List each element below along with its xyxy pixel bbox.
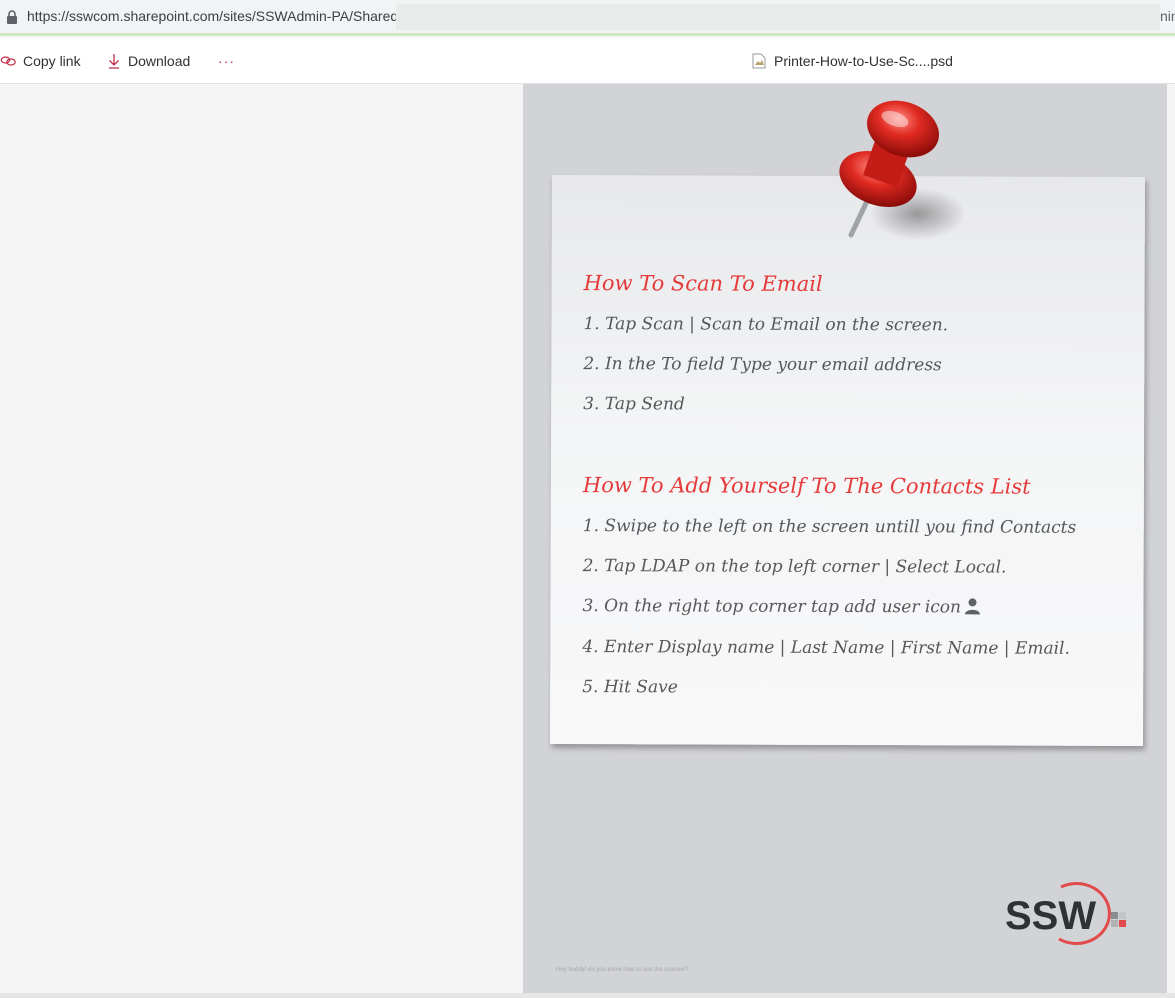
scan-step-2: 2. In the To field Type your email addre…: [583, 354, 942, 376]
file-name-label: Printer-How-to-Use-Sc....psd: [774, 53, 953, 69]
preview-left-area: [0, 84, 523, 993]
download-button[interactable]: Download: [106, 51, 190, 71]
command-bar: Copy link Download ··· Printer-How-to-Us…: [0, 38, 1175, 84]
scan-step-3: 3. Tap Send: [583, 394, 685, 415]
scan-to-email-title: How To Scan To Email: [583, 271, 823, 296]
url-redaction: [396, 4, 1160, 30]
contacts-step-1: 1. Swipe to the left on the screen until…: [582, 516, 1077, 538]
download-label: Download: [128, 53, 191, 69]
add-contacts-title: How To Add Yourself To The Contacts List: [582, 473, 1031, 499]
url-tail: nin: [1160, 8, 1175, 24]
lock-icon: [7, 10, 17, 24]
more-options-button[interactable]: ···: [218, 51, 235, 71]
document-preview: How To Scan To Email 1. Tap Scan | Scan …: [523, 84, 1167, 993]
bottom-divider: [0, 993, 1175, 998]
copy-link-button[interactable]: Copy link: [0, 51, 81, 71]
footer-note: Hey buddy! do you know how to use the sc…: [556, 967, 689, 973]
file-name: Printer-How-to-Use-Sc....psd: [752, 51, 953, 71]
image-file-icon: [752, 53, 766, 69]
ssw-logo-text: SSW: [1005, 894, 1096, 938]
contacts-step-3-text: 3. On the right top corner tap add user …: [582, 596, 962, 618]
pushpin-icon: [839, 100, 963, 240]
contacts-step-2: 2. Tap LDAP on the top left corner | Sel…: [582, 556, 1007, 578]
preview-right-edge: [1167, 84, 1175, 993]
url-text[interactable]: https://sswcom.sharepoint.com/sites/SSWA…: [27, 8, 398, 24]
ssw-logo: SSW: [1005, 882, 1126, 946]
instruction-note: How To Scan To Email 1. Tap Scan | Scan …: [550, 174, 1145, 747]
download-icon: [109, 54, 119, 69]
copy-link-label: Copy link: [23, 53, 81, 69]
scan-step-1: 1. Tap Scan | Scan to Email on the scree…: [583, 314, 949, 336]
add-user-icon: [964, 598, 980, 615]
contacts-step-4: 4. Enter Display name | Last Name | Firs…: [582, 637, 1070, 659]
address-bar[interactable]: https://sswcom.sharepoint.com/sites/SSWA…: [0, 0, 1175, 36]
contacts-step-5: 5. Hit Save: [582, 677, 678, 698]
contacts-step-3: 3. On the right top corner tap add user …: [582, 596, 981, 617]
link-icon: [0, 56, 16, 66]
